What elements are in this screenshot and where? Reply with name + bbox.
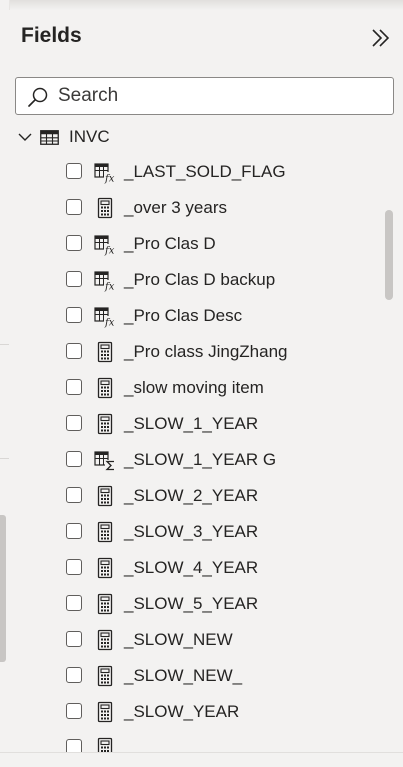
field-row[interactable]: fx _Pro Clas Desc bbox=[9, 298, 381, 334]
search-box[interactable] bbox=[15, 77, 394, 115]
measure-calculator-icon bbox=[93, 592, 117, 616]
left-pane-divider bbox=[0, 458, 9, 459]
field-row[interactable]: _SLOW_2_YEAR bbox=[9, 478, 381, 514]
measure-calculator-icon bbox=[93, 664, 117, 688]
field-row[interactable]: _SLOW_YEAR bbox=[9, 694, 381, 730]
field-row[interactable]: fx _Pro Clas D bbox=[9, 226, 381, 262]
svg-text:fx: fx bbox=[104, 246, 115, 257]
calculated-column-icon: fx bbox=[93, 304, 117, 329]
field-checkbox[interactable] bbox=[66, 559, 82, 575]
fields-pane-header: Fields bbox=[21, 24, 403, 54]
field-checkbox[interactable] bbox=[66, 271, 82, 287]
field-checkbox[interactable] bbox=[66, 307, 82, 323]
field-label: _SLOW_1_YEAR bbox=[124, 414, 259, 433]
field-row[interactable]: _SLOW_NEW_ bbox=[9, 658, 381, 694]
sum-column-icon bbox=[93, 448, 117, 472]
field-checkbox[interactable] bbox=[66, 379, 82, 395]
field-label: _SLOW_NEW_ bbox=[124, 666, 243, 685]
field-checkbox[interactable] bbox=[66, 199, 82, 215]
field-row[interactable]: _SLOW_4_YEAR bbox=[9, 550, 381, 586]
fields-list: fx _LAST_SOLD_FLAG _over 3 years fx _Pro Cla… bbox=[9, 154, 381, 754]
field-row[interactable] bbox=[9, 730, 381, 754]
svg-text:fx: fx bbox=[104, 318, 115, 329]
field-label: _over 3 years bbox=[124, 198, 227, 217]
field-label: _Pro Clas Desc bbox=[124, 306, 243, 325]
bottom-edge bbox=[0, 752, 403, 767]
field-label: _SLOW_3_YEAR bbox=[124, 522, 259, 541]
field-label: _Pro class JingZhang bbox=[124, 342, 288, 361]
field-checkbox[interactable] bbox=[66, 415, 82, 431]
calculated-column-icon: fx bbox=[93, 232, 117, 257]
field-checkbox[interactable] bbox=[66, 343, 82, 359]
field-row[interactable]: _over 3 years bbox=[9, 190, 381, 226]
field-row[interactable]: _SLOW_NEW bbox=[9, 622, 381, 658]
field-checkbox[interactable] bbox=[66, 487, 82, 503]
search-icon bbox=[28, 87, 48, 107]
measure-calculator-icon bbox=[93, 484, 117, 508]
calculated-column-icon: fx bbox=[93, 268, 117, 293]
table-name: INVC bbox=[69, 127, 110, 146]
double-chevron-right-icon bbox=[372, 29, 390, 47]
field-row[interactable]: _Pro class JingZhang bbox=[9, 334, 381, 370]
field-label: _Pro Clas D bbox=[124, 234, 216, 253]
field-label: _SLOW_YEAR bbox=[124, 702, 240, 721]
table-icon bbox=[40, 130, 59, 145]
field-label: _LAST_SOLD_FLAG bbox=[124, 162, 286, 181]
measure-calculator-icon bbox=[93, 700, 117, 724]
measure-calculator-icon bbox=[93, 340, 117, 364]
field-row[interactable]: _SLOW_1_YEAR bbox=[9, 406, 381, 442]
field-checkbox[interactable] bbox=[66, 595, 82, 611]
field-checkbox[interactable] bbox=[66, 235, 82, 251]
field-label: _Pro Clas D backup bbox=[124, 270, 276, 289]
field-checkbox[interactable] bbox=[66, 451, 82, 467]
measure-calculator-icon bbox=[93, 412, 117, 436]
left-pane-scrollbar[interactable] bbox=[0, 515, 6, 662]
field-checkbox[interactable] bbox=[66, 703, 82, 719]
svg-text:fx: fx bbox=[104, 282, 115, 293]
left-pane-divider bbox=[0, 344, 9, 345]
fields-scrollbar[interactable] bbox=[385, 210, 393, 300]
measure-calculator-icon bbox=[93, 556, 117, 580]
top-shadow bbox=[0, 0, 403, 10]
chevron-down-icon[interactable] bbox=[18, 130, 32, 144]
measure-calculator-icon bbox=[93, 520, 117, 544]
collapse-pane-button[interactable] bbox=[369, 26, 393, 50]
field-checkbox[interactable] bbox=[66, 631, 82, 647]
field-label: _SLOW_4_YEAR bbox=[124, 558, 259, 577]
field-row[interactable]: _slow moving item bbox=[9, 370, 381, 406]
field-checkbox[interactable] bbox=[66, 523, 82, 539]
search-input[interactable] bbox=[58, 78, 378, 114]
field-label: _SLOW_1_YEAR G bbox=[124, 450, 277, 469]
measure-calculator-icon bbox=[93, 196, 117, 220]
field-row[interactable]: _SLOW_5_YEAR bbox=[9, 586, 381, 622]
field-checkbox[interactable] bbox=[66, 667, 82, 683]
field-row[interactable]: _SLOW_3_YEAR bbox=[9, 514, 381, 550]
fields-pane: Fields INVC fx_LAST_SOLD_FLAG_over 3 bbox=[9, 10, 403, 767]
field-label: _SLOW_NEW bbox=[124, 630, 233, 649]
field-label: _SLOW_5_YEAR bbox=[124, 594, 259, 613]
pane-title: Fields bbox=[21, 24, 82, 47]
field-label: _SLOW_2_YEAR bbox=[124, 486, 259, 505]
measure-calculator-icon bbox=[93, 376, 117, 400]
field-label: _slow moving item bbox=[124, 378, 264, 397]
calculated-column-icon: fx bbox=[93, 160, 117, 185]
field-row[interactable]: fx _Pro Clas D backup bbox=[9, 262, 381, 298]
field-row[interactable]: fx _LAST_SOLD_FLAG bbox=[9, 154, 381, 190]
table-node-invc[interactable]: INVC bbox=[18, 126, 218, 150]
field-row[interactable]: _SLOW_1_YEAR G bbox=[9, 442, 381, 478]
svg-text:fx: fx bbox=[104, 174, 115, 185]
field-checkbox[interactable] bbox=[66, 163, 82, 179]
measure-calculator-icon bbox=[93, 628, 117, 652]
